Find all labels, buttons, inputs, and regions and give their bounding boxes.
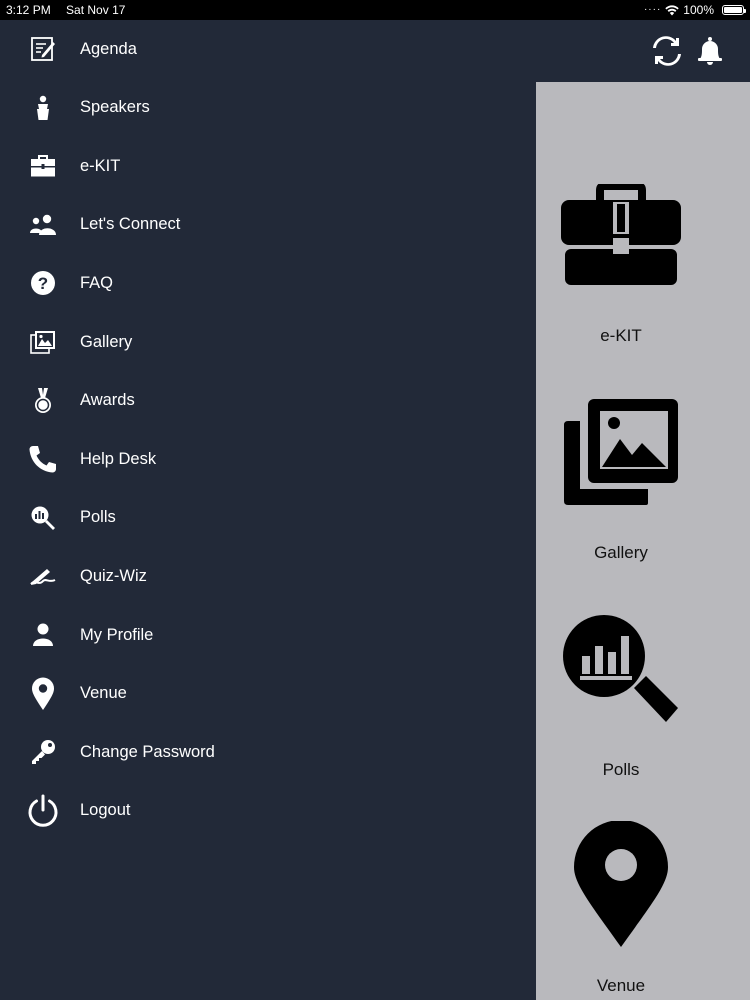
menu-item-ekit[interactable]: e-KIT xyxy=(0,137,536,195)
menu-label: e-KIT xyxy=(80,156,121,175)
side-menu: Agenda Speakers e-KIT Let's Connect ? FA… xyxy=(0,20,536,1000)
menu-label: Quiz-Wiz xyxy=(80,566,147,585)
menu-label: Let's Connect xyxy=(80,215,181,234)
menu-item-venue[interactable]: Venue xyxy=(0,665,536,723)
menu-label: My Profile xyxy=(80,625,154,644)
menu-item-faq[interactable]: ? FAQ xyxy=(0,254,536,312)
menu-label: Gallery xyxy=(80,332,133,351)
menu-label: Logout xyxy=(80,801,131,820)
wifi-icon xyxy=(665,4,679,15)
top-bar xyxy=(536,20,750,82)
phone-icon xyxy=(24,440,62,478)
speaker-icon xyxy=(24,89,62,127)
menu-item-quiz-wiz[interactable]: Quiz-Wiz xyxy=(0,547,536,605)
battery-icon xyxy=(722,5,746,15)
menu-label: Awards xyxy=(80,391,135,410)
polls-icon xyxy=(24,499,62,537)
menu-item-awards[interactable]: Awards xyxy=(0,372,536,430)
key-icon xyxy=(24,733,62,771)
medal-icon xyxy=(24,382,62,420)
menu-item-gallery[interactable]: Gallery xyxy=(0,313,536,371)
battery-percent: 100% xyxy=(683,3,714,17)
signal-dots-icon: ···· xyxy=(643,4,662,15)
users-icon xyxy=(24,206,62,244)
menu-label: Polls xyxy=(80,508,116,527)
menu-item-change-password[interactable]: Change Password xyxy=(0,723,536,781)
power-icon xyxy=(24,792,62,830)
gallery-icon xyxy=(564,399,678,505)
svg-text:?: ? xyxy=(38,274,48,293)
menu-label: Help Desk xyxy=(80,449,157,468)
location-pin-icon xyxy=(574,821,668,947)
menu-item-my-profile[interactable]: My Profile xyxy=(0,606,536,664)
menu-item-agenda[interactable]: Agenda xyxy=(0,20,536,78)
status-date: Sat Nov 17 xyxy=(66,3,126,17)
menu-label: Change Password xyxy=(80,742,215,761)
bell-icon[interactable] xyxy=(696,36,726,66)
briefcase-icon xyxy=(24,147,62,185)
menu-label: Speakers xyxy=(80,98,150,117)
sync-icon[interactable] xyxy=(652,36,682,66)
quiz-icon xyxy=(24,557,62,595)
tile-ekit[interactable]: e-KIT xyxy=(536,82,750,352)
menu-item-logout[interactable]: Logout xyxy=(0,782,536,840)
menu-item-polls[interactable]: Polls xyxy=(0,489,536,547)
tile-venue[interactable]: Venue xyxy=(536,812,750,1000)
status-time: 3:12 PM xyxy=(6,3,51,17)
menu-item-lets-connect[interactable]: Let's Connect xyxy=(0,196,536,254)
profile-icon xyxy=(24,616,62,654)
tile-polls[interactable]: Polls xyxy=(536,602,750,802)
menu-label: FAQ xyxy=(80,273,114,292)
home-grid: e-KIT Gallery Polls Venue xyxy=(536,82,750,1000)
polls-icon xyxy=(563,615,678,722)
menu-item-help-desk[interactable]: Help Desk xyxy=(0,430,536,488)
tile-gallery[interactable]: Gallery xyxy=(536,382,750,582)
menu-label: Agenda xyxy=(80,39,137,58)
gallery-icon xyxy=(24,323,62,361)
question-icon: ? xyxy=(24,264,62,302)
app-screen: 3:12 PM Sat Nov 17 ···· 100% Agenda Spea… xyxy=(0,0,750,1000)
briefcase-icon xyxy=(561,184,681,285)
agenda-icon xyxy=(24,30,62,68)
menu-item-speakers[interactable]: Speakers xyxy=(0,79,536,137)
location-pin-icon xyxy=(24,675,62,713)
tile-label: e-KIT xyxy=(600,326,642,345)
tile-label: Gallery xyxy=(594,543,648,562)
tile-label: Polls xyxy=(602,760,640,779)
tile-label: Venue xyxy=(596,976,646,995)
menu-label: Venue xyxy=(80,684,127,703)
status-bar: 3:12 PM Sat Nov 17 ···· 100% xyxy=(0,0,750,20)
